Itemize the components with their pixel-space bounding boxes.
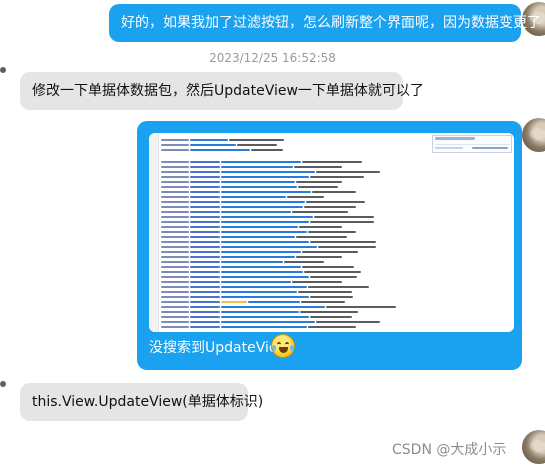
- message-bubble-right-1: 好的，如果我加了过滤按钮，怎么刷新整个界面呢，因为数据变更了: [109, 4, 541, 42]
- avatar-user-middle[interactable]: [522, 118, 545, 152]
- find-dialog-preview: [432, 135, 512, 153]
- left-avatar-fragment-1: [0, 67, 6, 73]
- image-caption-text: 没搜索到UpdateView: [149, 340, 289, 356]
- timestamp: 2023/12/25 16:52:58: [209, 51, 336, 65]
- left-avatar-fragment-2: [0, 381, 6, 387]
- message-bubble-left-1: 修改一下单据体数据包，然后UpdateView一下单据体就可以了: [20, 72, 424, 110]
- watermark-text: CSDN @大成小示: [392, 442, 507, 458]
- message-bubble-left-2: this.View.UpdateView(单据体标识): [20, 383, 263, 421]
- code-gutter: [149, 133, 159, 332]
- chat-window: 好的，如果我加了过滤按钮，怎么刷新整个界面呢，因为数据变更了 2023/12/2…: [0, 0, 545, 468]
- laughing-crying-emoji-icon: [271, 334, 295, 358]
- message-text-right-1: 好的，如果我加了过滤按钮，怎么刷新整个界面呢，因为数据变更了: [121, 15, 541, 31]
- message-text-left-1: 修改一下单据体数据包，然后UpdateView一下单据体就可以了: [32, 83, 424, 99]
- avatar-user-bottom[interactable]: [522, 430, 545, 464]
- code-lines: [161, 137, 441, 331]
- message-text-left-2: this.View.UpdateView(单据体标识): [32, 394, 264, 410]
- code-screenshot[interactable]: [149, 133, 514, 332]
